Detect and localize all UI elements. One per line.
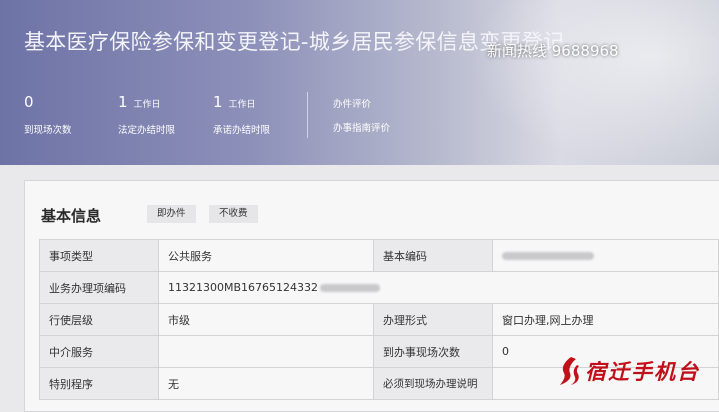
- label-item-type: 事项类型: [39, 239, 159, 272]
- business-code-text: 11321300MB16765124332: [168, 281, 319, 294]
- label-business-code: 业务办理项编码: [39, 271, 159, 304]
- tag-free-of-charge: 不收费: [209, 205, 258, 223]
- stat-unit: 工作日: [228, 100, 256, 110]
- header-banner: 基本医疗保险参保和变更登记-城乡居民参保信息变更登记 新闻热线 9688968 …: [0, 0, 719, 165]
- stat-value: 1: [118, 93, 128, 111]
- redaction-blur: [320, 284, 381, 292]
- stat-label: 承诺办结时限: [213, 125, 271, 136]
- station-logo-text: 宿迁手机台: [585, 359, 700, 384]
- value-intermediary-service: [158, 335, 374, 368]
- stat-legal-time-limit: 1 工作日 法定办结时限: [118, 92, 175, 136]
- hotline-watermark: 新闻热线 9688968: [487, 42, 619, 60]
- section-title: 基本信息: [41, 207, 102, 225]
- value-item-type: 公共服务: [158, 239, 374, 272]
- table-row: 业务办理项编码 11321300MB16765124332: [39, 271, 719, 304]
- label-handling-form: 办理形式: [373, 303, 493, 336]
- table-row: 行使层级 市级 办理形式 窗口办理,网上办理: [39, 303, 719, 336]
- tag-instant-processing: 即办件: [147, 205, 196, 223]
- value-basic-code-redacted: [492, 239, 719, 272]
- label-intermediary-service: 中介服务: [39, 335, 159, 368]
- stat-unit: 工作日: [133, 100, 161, 110]
- link-guide-evaluation[interactable]: 办事指南评价: [333, 120, 390, 134]
- table-row: 事项类型 公共服务 基本编码: [39, 239, 719, 272]
- value-special-procedure: 无: [158, 367, 374, 400]
- value-handling-form: 窗口办理,网上办理: [492, 303, 719, 336]
- station-logo: 宿迁手机台: [558, 356, 700, 386]
- link-case-evaluation[interactable]: 办件评价: [333, 96, 371, 110]
- stat-label: 到现场次数: [24, 125, 72, 136]
- station-logo-icon: [560, 357, 579, 385]
- label-onsite-visits: 到办事现场次数: [373, 335, 493, 368]
- label-basic-code: 基本编码: [373, 239, 493, 272]
- stat-value: 0: [24, 93, 34, 111]
- label-onsite-requirement: 必须到现场办理说明: [373, 367, 493, 400]
- stat-visit-count: 0 到现场次数: [24, 92, 72, 136]
- stat-value: 1: [213, 93, 223, 111]
- stat-label: 法定办结时限: [118, 125, 176, 136]
- stat-promised-time-limit: 1 工作日 承诺办结时限: [213, 92, 270, 136]
- value-business-code: 11321300MB16765124332: [158, 271, 719, 304]
- redaction-blur: [502, 252, 594, 260]
- value-exercise-level: 市级: [158, 303, 374, 336]
- label-exercise-level: 行使层级: [39, 303, 159, 336]
- label-special-procedure: 特别程序: [39, 367, 159, 400]
- header-divider: [307, 92, 308, 138]
